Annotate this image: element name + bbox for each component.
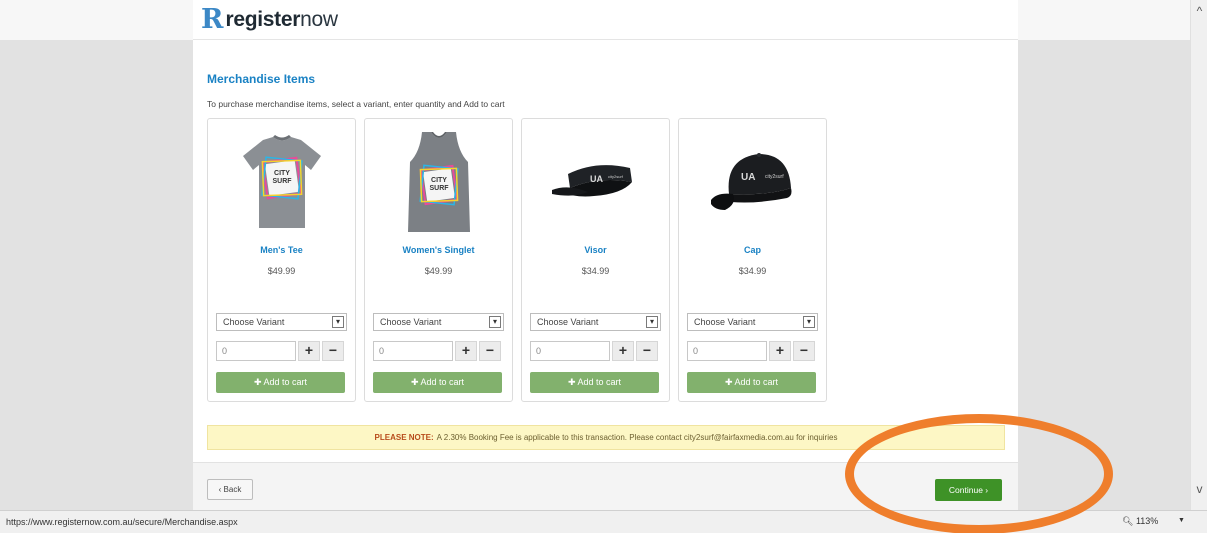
variant-select-label: Choose Variant <box>380 317 442 327</box>
product-name[interactable]: Cap <box>679 245 826 255</box>
add-to-cart-button[interactable]: ✚ Add to cart <box>216 372 345 393</box>
chevron-down-icon: ▾ <box>646 316 658 328</box>
add-to-cart-button[interactable]: ✚ Add to cart <box>373 372 502 393</box>
product-name[interactable]: Women's Singlet <box>365 245 512 255</box>
product-price: $34.99 <box>581 266 610 276</box>
variant-select[interactable]: Choose Variant ▾ <box>216 313 347 331</box>
tshirt-icon: CITY SURF <box>208 127 355 237</box>
chevron-down-icon: ▾ <box>489 316 501 328</box>
variant-select-label: Choose Variant <box>223 317 285 327</box>
svg-text:CITY: CITY <box>274 170 290 177</box>
product-card-cap: UA city2surf Cap $34.99 Choose Variant ▾… <box>678 118 827 402</box>
svg-text:UA: UA <box>741 172 755 183</box>
status-url: https://www.registernow.com.au/secure/Me… <box>6 517 238 527</box>
instructions-text: To purchase merchandise items, select a … <box>207 99 505 109</box>
svg-text:city2surf: city2surf <box>608 174 624 179</box>
product-card-visor: UA city2surf Visor $34.99 Choose Variant… <box>521 118 670 402</box>
back-button[interactable]: ‹ Back <box>207 479 253 500</box>
zoom-level[interactable]: 🔍︎ 113% <box>1122 516 1158 527</box>
add-to-cart-label: Add to cart <box>263 377 308 387</box>
vertical-scrollbar[interactable]: ^ v <box>1190 0 1207 510</box>
browser-statusbar: https://www.registernow.com.au/secure/Me… <box>0 510 1207 533</box>
plus-icon: ✚ <box>724 377 735 387</box>
product-name[interactable]: Men's Tee <box>208 245 355 255</box>
plus-icon: ✚ <box>410 377 421 387</box>
add-to-cart-button[interactable]: ✚ Add to cart <box>687 372 816 393</box>
variant-select[interactable]: Choose Variant ▾ <box>373 313 504 331</box>
quantity-input[interactable]: 0 <box>216 341 296 361</box>
quantity-input[interactable]: 0 <box>687 341 767 361</box>
notice-label: PLEASE NOTE: <box>374 433 434 442</box>
logo-mark-icon: R <box>201 4 224 35</box>
cap-icon: UA city2surf <box>679 127 826 237</box>
svg-text:UA: UA <box>590 174 603 184</box>
plus-icon[interactable]: + <box>455 341 477 361</box>
svg-text:CITY: CITY <box>431 177 447 184</box>
product-name[interactable]: Visor <box>522 245 669 255</box>
chevron-down-icon[interactable]: ▼ <box>1178 517 1185 524</box>
svg-text:SURF: SURF <box>429 185 449 192</box>
minus-icon[interactable]: − <box>322 341 344 361</box>
scroll-down-icon[interactable]: v <box>1191 482 1207 496</box>
add-to-cart-button[interactable]: ✚ Add to cart <box>530 372 659 393</box>
add-to-cart-label: Add to cart <box>420 377 465 387</box>
chevron-down-icon: ▾ <box>803 316 815 328</box>
product-price: $49.99 <box>267 266 296 276</box>
zoom-value: 113% <box>1135 516 1159 526</box>
variant-select-label: Choose Variant <box>537 317 599 327</box>
minus-icon[interactable]: − <box>636 341 658 361</box>
plus-icon: ✚ <box>253 377 264 387</box>
page-footer: ‹ Back Continue › <box>193 462 1018 510</box>
add-to-cart-label: Add to cart <box>734 377 779 387</box>
scroll-up-icon[interactable]: ^ <box>1191 4 1207 18</box>
quantity-input[interactable]: 0 <box>530 341 610 361</box>
site-logo[interactable]: registernow <box>225 7 338 32</box>
plus-icon[interactable]: + <box>298 341 320 361</box>
continue-button[interactable]: Continue › <box>935 479 1002 501</box>
notice-text: A 2.30% Booking Fee is applicable to thi… <box>436 433 838 442</box>
main-panel: R registernow Merchandise Items To purch… <box>193 0 1018 510</box>
logo-bold-text: register <box>225 7 301 31</box>
minus-icon[interactable]: − <box>479 341 501 361</box>
add-to-cart-label: Add to cart <box>577 377 622 387</box>
plus-icon[interactable]: + <box>769 341 791 361</box>
svg-text:SURF: SURF <box>272 178 292 185</box>
minus-icon[interactable]: − <box>793 341 815 361</box>
variant-select-label: Choose Variant <box>694 317 756 327</box>
product-card-womens-singlet: CITY SURF Women's Singlet $49.99 Choose … <box>364 118 513 402</box>
chevron-down-icon: ▾ <box>332 316 344 328</box>
variant-select[interactable]: Choose Variant ▾ <box>530 313 661 331</box>
logo-light-text: now <box>300 7 338 31</box>
product-price: $49.99 <box>424 266 453 276</box>
booking-fee-notice: PLEASE NOTE: A 2.30% Booking Fee is appl… <box>207 425 1005 450</box>
variant-select[interactable]: Choose Variant ▾ <box>687 313 818 331</box>
plus-icon: ✚ <box>567 377 578 387</box>
visor-icon: UA city2surf <box>522 127 669 237</box>
page-title: Merchandise Items <box>207 72 316 86</box>
quantity-input[interactable]: 0 <box>373 341 453 361</box>
site-header: R registernow <box>193 0 1018 40</box>
product-price: $34.99 <box>738 266 767 276</box>
product-card-mens-tee: CITY SURF Men's Tee $49.99 Choose Varian… <box>207 118 356 402</box>
zoom-icon: 🔍︎ <box>1122 516 1134 526</box>
singlet-icon: CITY SURF <box>365 127 512 237</box>
plus-icon[interactable]: + <box>612 341 634 361</box>
svg-text:city2surf: city2surf <box>765 174 784 180</box>
